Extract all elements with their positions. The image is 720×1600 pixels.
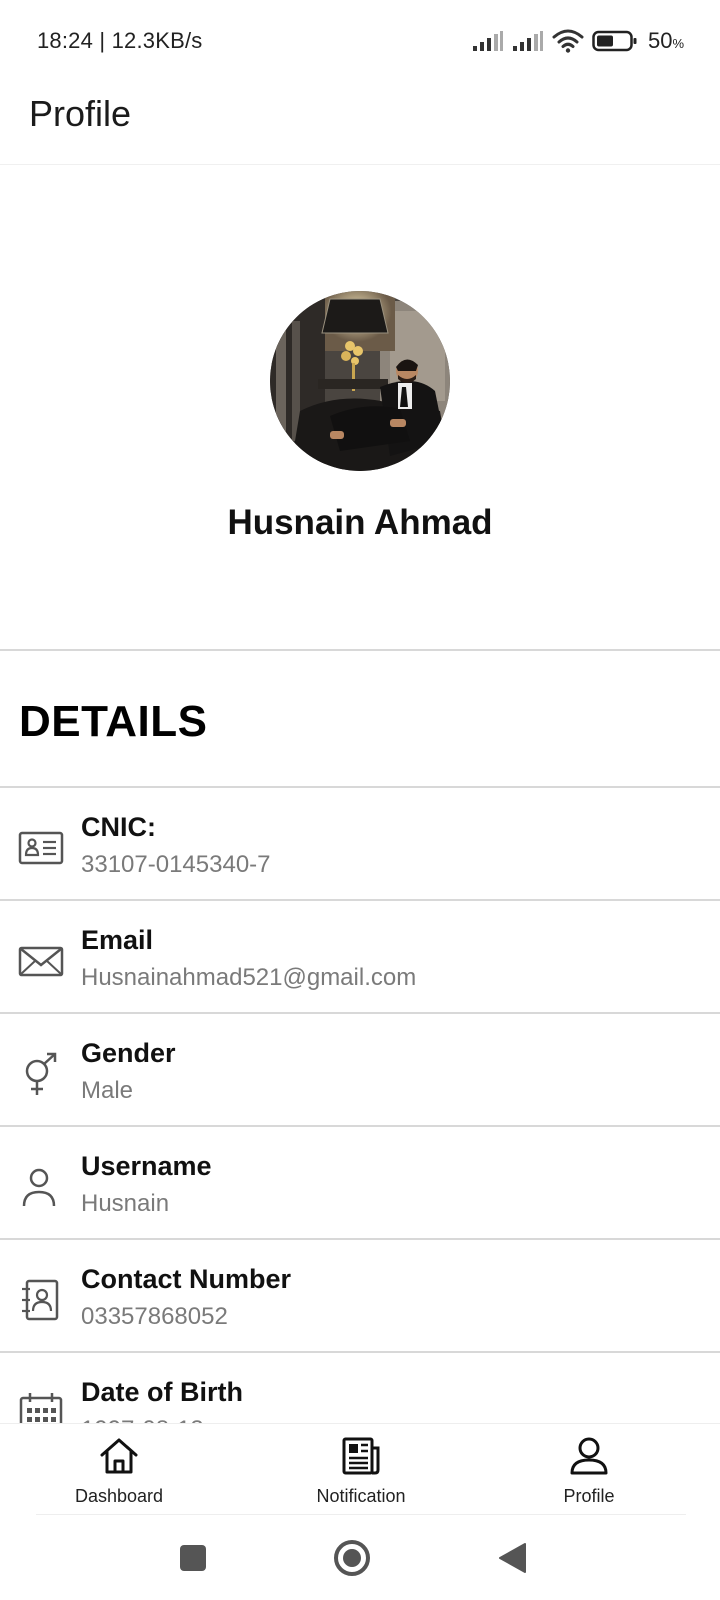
detail-value: 33107-0145340-7 [81, 851, 271, 878]
details-list: CNIC: 33107-0145340-7 Email Husnainahmad… [0, 788, 720, 1423]
detail-value: Husnain [81, 1190, 170, 1217]
detail-row-username: Username Husnain [0, 1127, 720, 1240]
back-triangle-icon [499, 1542, 526, 1573]
detail-label: CNIC: [81, 812, 156, 842]
home-icon [100, 1438, 138, 1474]
nav-item-dashboard[interactable]: Dashboard [39, 1424, 199, 1516]
home-button[interactable] [322, 1515, 382, 1600]
page-title: Profile [29, 93, 132, 134]
recents-button[interactable] [163, 1515, 223, 1600]
nav-item-profile[interactable]: Profile [509, 1424, 669, 1516]
recents-square-icon [180, 1544, 206, 1571]
detail-value: Husnainahmad521@gmail.com [81, 964, 417, 991]
id-card-icon [18, 831, 64, 865]
cell-signal-icon [472, 31, 503, 51]
nav-label-profile: Profile [563, 1486, 615, 1506]
nav-label-dashboard: Dashboard [74, 1486, 164, 1506]
detail-row-contact-number: Contact Number 03357868052 [0, 1240, 720, 1353]
detail-row-gender: Gender Male [0, 1014, 720, 1127]
battery-percent-value: 50 [647, 28, 673, 53]
calendar-icon [19, 1393, 63, 1423]
person-icon [570, 1437, 608, 1475]
contact-book-icon [22, 1279, 59, 1321]
battery-percent: 50% [648, 28, 684, 54]
detail-row-cnic: CNIC: 33107-0145340-7 [0, 788, 720, 901]
detail-value: Male [81, 1077, 134, 1104]
profile-screen: 18:24 | 12.3KB/s 50% Profile Husnain Ahm… [0, 0, 720, 1600]
system-navigation-bar [0, 1515, 720, 1600]
home-circle-icon [334, 1539, 370, 1576]
status-bar: 18:24 | 12.3KB/s 50% [0, 0, 720, 82]
status-time-speed: 18:24 | 12.3KB/s [37, 28, 203, 53]
battery-icon [592, 30, 637, 52]
wifi-icon [552, 29, 584, 53]
profile-photo [270, 291, 450, 471]
profile-name: Husnain Ahmad [227, 503, 493, 542]
detail-value: 03357868052 [81, 1303, 228, 1330]
battery-percent-unit: % [672, 36, 684, 51]
envelope-icon [18, 946, 64, 977]
detail-label: Date of Birth [81, 1377, 243, 1407]
app-bar: Profile [0, 82, 720, 165]
back-button[interactable] [482, 1515, 542, 1600]
status-indicators: 50% [472, 28, 684, 54]
detail-value: 1997-08-13 [81, 1416, 204, 1423]
nav-item-notification[interactable]: Notification [281, 1424, 441, 1516]
avatar[interactable] [270, 291, 450, 471]
details-section-header: DETAILS [0, 651, 720, 788]
profile-header: Husnain Ahmad [0, 165, 720, 651]
nav-label-notification: Notification [316, 1486, 406, 1506]
person-icon [22, 1168, 56, 1207]
detail-row-email: Email Husnainahmad521@gmail.com [0, 901, 720, 1014]
gender-icon [25, 1052, 57, 1095]
details-heading: DETAILS [19, 697, 208, 746]
detail-label: Email [81, 925, 154, 955]
detail-label: Username [81, 1151, 212, 1181]
newspaper-icon [342, 1437, 380, 1475]
detail-label: Contact Number [81, 1264, 292, 1294]
cell-signal-icon [512, 31, 543, 51]
detail-label: Gender [81, 1038, 176, 1068]
bottom-navigation: Dashboard Notification Profile [0, 1423, 720, 1515]
detail-row-date-of-birth: Date of Birth 1997-08-13 [0, 1353, 720, 1423]
